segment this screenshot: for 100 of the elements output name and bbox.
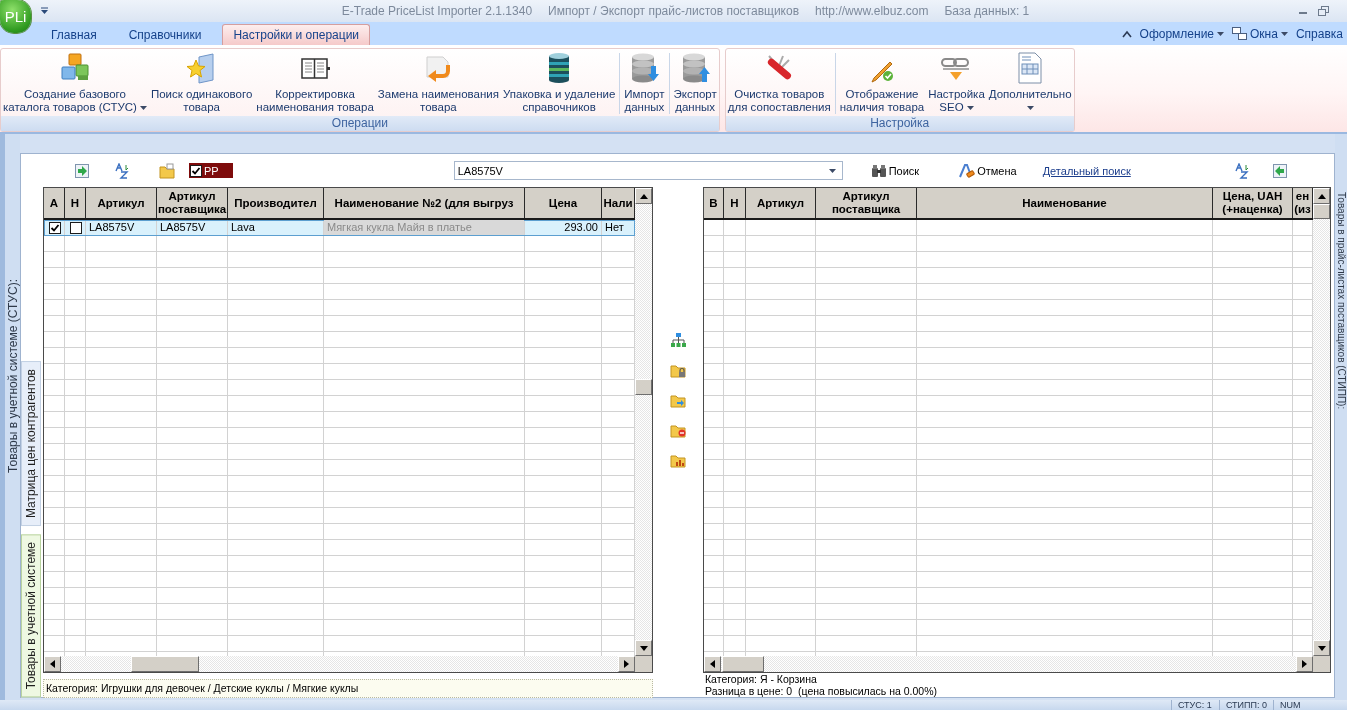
left-triangle-icon (710, 660, 715, 668)
column-header[interactable]: ен (из (1293, 188, 1313, 218)
table-cell: Мягкая кукла Майя в платье (324, 220, 525, 236)
scrollbar-thumb[interactable] (722, 656, 764, 672)
ribbon-tab[interactable]: Главная (40, 24, 108, 45)
menu-item[interactable]: Окна (1232, 26, 1288, 41)
scrollbar-thumb[interactable] (1313, 204, 1330, 219)
column-header[interactable]: Н (65, 188, 86, 218)
scrollbar-corner (1313, 656, 1330, 672)
ribbon-button[interactable]: Упаковка и удаление справочников (501, 49, 618, 116)
pp-filter-toggle[interactable]: PP (189, 163, 233, 178)
column-header[interactable]: Артикул (86, 188, 157, 218)
windows-icon (1232, 27, 1248, 40)
checkbox[interactable] (48, 222, 61, 234)
scroll-left-button[interactable] (704, 656, 721, 672)
column-header[interactable]: Наименование №2 (для выгруз (324, 188, 525, 218)
table-cell-text: Lava (230, 220, 256, 235)
window-title: E-Trade PriceList Importer 2.1.1340 (341, 4, 533, 18)
ribbon-button[interactable]: Корректировка наименования товара (254, 49, 376, 116)
scroll-up-button[interactable] (1313, 188, 1330, 204)
group-label: Настройка (725, 116, 1074, 131)
column-header[interactable]: Цена (525, 188, 602, 218)
sort-icon[interactable] (1233, 162, 1250, 179)
ribbon-button[interactable]: Отображение наличия товара (837, 49, 927, 116)
up-triangle-icon (639, 193, 648, 199)
restore-icon[interactable] (1318, 6, 1329, 16)
scroll-right-button[interactable] (618, 656, 635, 672)
folder-chart-icon[interactable] (670, 452, 686, 468)
folder-lock-icon[interactable] (670, 362, 686, 378)
scrollbar-thumb[interactable] (635, 379, 652, 395)
ribbon-tab[interactable]: Справочники (117, 24, 213, 45)
grid-row[interactable]: LA8575V LA8575V Lava Мягкая кукла Майя в платье 293.00 Нет (44, 220, 635, 236)
folder-remove-icon[interactable] (670, 422, 686, 438)
folder-arrow-icon[interactable] (670, 392, 686, 408)
vertical-tab[interactable]: Товары в учетной системе (21, 533, 41, 697)
caret-icon (1217, 31, 1225, 36)
right-triangle-icon (1302, 660, 1307, 668)
up-triangle-icon (1317, 193, 1326, 199)
price-difference-label: Разница в цене: 0 (цена повысилась на 0.00%) (704, 685, 938, 697)
scroll-left-button[interactable] (44, 656, 61, 672)
group-label: Операции (1, 116, 719, 131)
binoculars-icon (870, 163, 887, 178)
customize-toolbar-icon[interactable] (40, 7, 49, 15)
scroll-down-button[interactable] (635, 640, 652, 656)
search-combobox[interactable]: LA8575V (453, 161, 843, 180)
scrollbar-thumb[interactable] (131, 656, 199, 672)
status-text: NUM (1273, 700, 1313, 710)
ribbon-button[interactable]: Настройка SEO (926, 49, 987, 116)
window-subtitle: Импорт / Экспорт прайс-листов поставщиков (548, 4, 800, 18)
ribbon-button[interactable]: Создание базового каталога товаров (СТУС) (1, 49, 149, 116)
chevron-up-icon[interactable] (1121, 29, 1132, 38)
category-label: Категория: Я - Корзина (704, 673, 818, 685)
column-header[interactable]: А (44, 188, 65, 218)
down-triangle-icon (639, 645, 648, 651)
column-header[interactable]: Артикул поставщика (157, 188, 228, 218)
side-panel-label: Товары в учетной системе (СТУС): (5, 279, 20, 473)
caret-icon (1280, 31, 1288, 36)
detailed-search-link[interactable]: Детальный поиск (1042, 164, 1131, 177)
status-text: СТИПП: 0 (1218, 700, 1273, 710)
status-text: СТУС: 1 (1170, 700, 1219, 710)
checkbox[interactable] (69, 222, 82, 234)
scrollbar-corner (635, 656, 652, 672)
toolbar-button[interactable]: Отмена (959, 163, 1017, 178)
table-cell-text: 293.00 (563, 220, 599, 235)
table-cell-text: LA8575V (88, 220, 136, 235)
right-triangle-icon (624, 660, 629, 668)
column-header[interactable]: Нали (602, 188, 635, 218)
ribbon-button[interactable]: Экспорт данных (671, 49, 719, 116)
hierarchy-icon[interactable] (670, 332, 686, 348)
sort-icon[interactable] (114, 162, 130, 179)
down-triangle-icon (1317, 645, 1326, 651)
ribbon-tab[interactable]: Настройки и операции (222, 24, 371, 45)
scroll-up-button[interactable] (635, 188, 652, 204)
vertical-tab[interactable]: Матрица цен контрагентов (21, 360, 41, 526)
scroll-right-button[interactable] (1296, 656, 1313, 672)
column-header[interactable]: Цена, UAH (+наценка) (1213, 188, 1293, 218)
column-header[interactable]: Производител (228, 188, 324, 218)
ribbon-button[interactable]: Импорт данных (622, 49, 667, 116)
scroll-down-button[interactable] (1313, 640, 1330, 656)
ribbon-button[interactable]: Поиск одинакового товара (148, 49, 255, 116)
column-header[interactable]: В (704, 188, 724, 218)
left-triangle-icon (50, 660, 55, 668)
column-header[interactable]: Н (724, 188, 746, 218)
toolbar-button[interactable]: Поиск (870, 163, 920, 178)
table-cell-text: LA8575V (159, 220, 207, 235)
ribbon-button[interactable]: Очистка товаров для сопоставления (725, 49, 833, 116)
menu-item[interactable]: Справка (1295, 26, 1343, 41)
ribbon-button[interactable]: Дополнительно (986, 49, 1074, 116)
column-header[interactable]: Наименование (917, 188, 1213, 218)
column-header[interactable]: Артикул поставщика (816, 188, 917, 218)
eraser-icon (959, 163, 976, 178)
database-label: База данных: 1 (944, 4, 1030, 18)
table-cell-text: Нет (604, 220, 625, 235)
side-panel-label: Товары в прайс-листах поставщиков (СТИПП): (1335, 192, 1347, 410)
ribbon-button[interactable]: Замена наименования товара (375, 49, 501, 116)
website-url: http://www.elbuz.com (815, 4, 929, 18)
caret-icon (828, 168, 836, 173)
column-header[interactable]: Артикул (746, 188, 816, 218)
menu-item[interactable]: Оформление (1139, 26, 1225, 41)
checkbox[interactable] (190, 164, 202, 177)
